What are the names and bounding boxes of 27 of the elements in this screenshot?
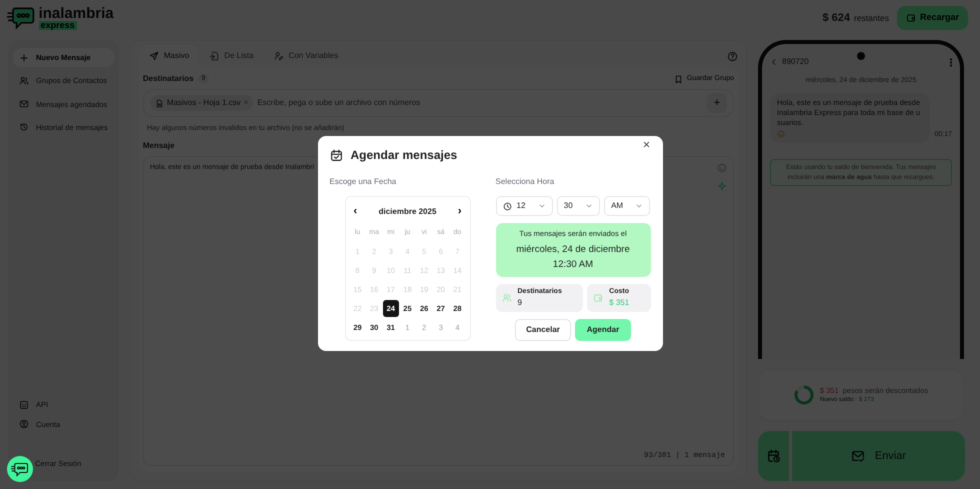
stat-value: 9 — [518, 297, 523, 309]
field-label: Destinatarios — [142, 73, 194, 85]
field-label: Mensaje — [142, 140, 174, 152]
cancel-button[interactable]: Cancelar — [515, 318, 571, 341]
time-select[interactable]: AM — [604, 196, 650, 216]
contact-name: 890720 — [782, 56, 809, 68]
schedule-button[interactable]: Agendar — [575, 318, 631, 341]
previous-month-button[interactable]: ‹ — [354, 203, 358, 220]
close-icon[interactable] — [642, 140, 650, 150]
calendar-check-icon — [330, 148, 342, 162]
next-month-button[interactable]: › — [458, 203, 462, 220]
month-label: diciembre 2025 — [378, 206, 436, 218]
users-icon — [502, 292, 512, 303]
time-select[interactable]: 30 — [556, 196, 600, 216]
balance-amount: $ 624 — [822, 10, 850, 26]
section-label: Escoge una Fecha — [330, 176, 398, 188]
scheduled-time: 12:30 AM — [552, 258, 594, 272]
scheduled-date: miércoles, 24 de diciembre — [515, 243, 631, 258]
wallet-icon — [593, 292, 604, 303]
stat-value: $ 351 — [609, 297, 630, 309]
section-label: Selecciona Hora — [496, 176, 556, 188]
brand-name: inalambria — [38, 6, 114, 20]
file-name: Masivos - Hoja 1.csv — [166, 97, 241, 109]
balance-label: restantes — [854, 12, 889, 24]
time-select[interactable]: 12 — [496, 196, 553, 216]
clock-icon — [502, 202, 512, 211]
chat-logo-icon — [11, 462, 29, 476]
